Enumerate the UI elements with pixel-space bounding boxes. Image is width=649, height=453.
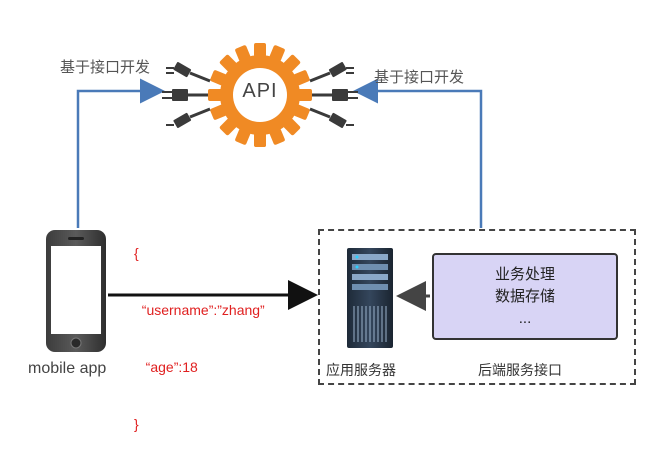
backend-service-box: 业务处理 数据存储 ... — [432, 253, 618, 340]
api-label: API — [242, 80, 278, 102]
json-line: “age”:18 — [134, 359, 198, 375]
backend-label: 后端服务接口 — [478, 362, 562, 378]
mobile-phone-icon — [46, 230, 106, 352]
backend-item: ... — [518, 309, 532, 327]
server-icon — [347, 248, 393, 348]
json-line: } — [134, 416, 139, 432]
right-arrow-line — [353, 78, 483, 228]
json-payload: { “username”:”zhang” “age”:18 } — [134, 206, 265, 453]
server-label: 应用服务器 — [326, 362, 396, 378]
json-line: “username”:”zhang” — [134, 302, 265, 318]
backend-item: 数据存储 — [494, 287, 555, 305]
right-arrow-label: 基于接口开发 — [374, 69, 465, 86]
backend-item: 业务处理 — [494, 265, 555, 283]
left-arrow-label: 基于接口开发 — [60, 59, 151, 76]
mobile-label: mobile app — [28, 360, 107, 377]
json-line: { — [134, 245, 139, 261]
